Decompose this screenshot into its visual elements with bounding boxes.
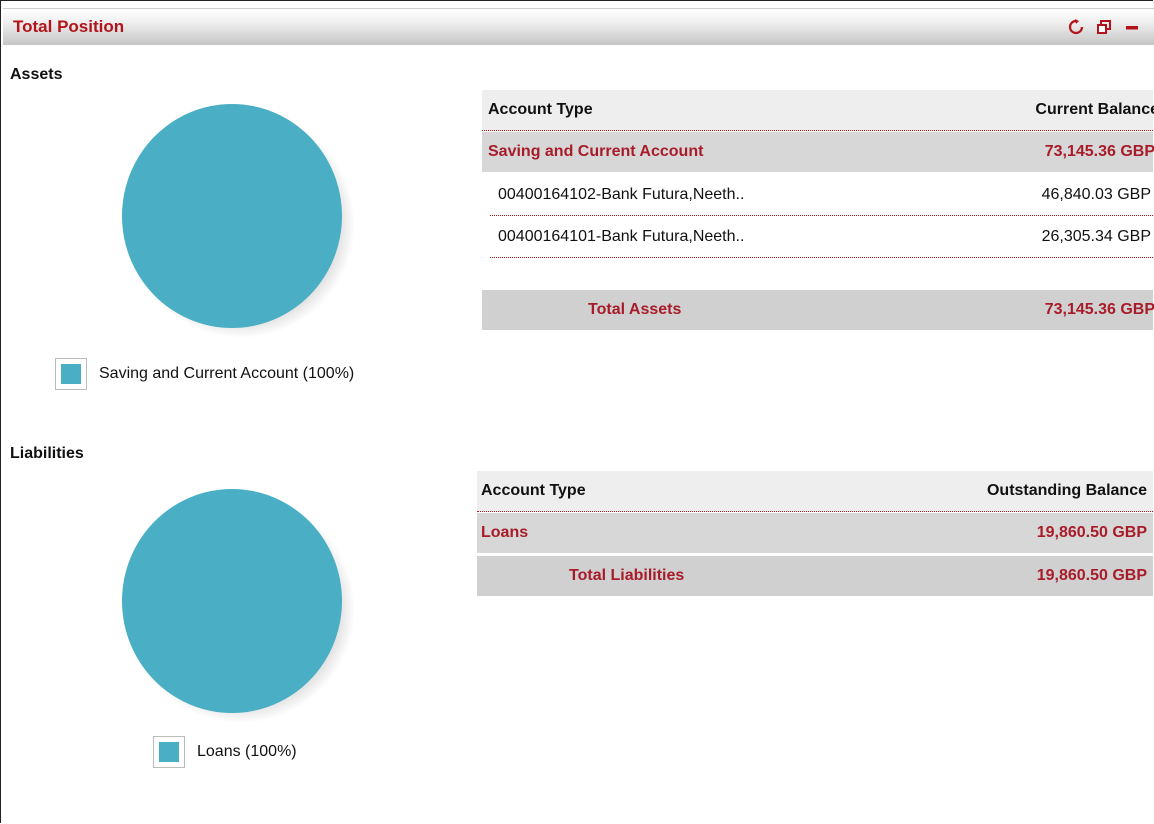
restore-window-icon[interactable] xyxy=(1095,18,1113,36)
assets-pie-chart xyxy=(122,104,355,338)
account-row[interactable]: 00400164102-Bank Futura,Neeth.. 46,840.0… xyxy=(482,176,1153,216)
liabilities-heading: Liabilities xyxy=(10,445,84,462)
liabilities-pie-chart xyxy=(122,489,355,723)
table-header: Account Type Current Balance xyxy=(482,90,1154,131)
account-link[interactable]: 00400164101-Bank Futura,Neeth.. xyxy=(498,228,744,246)
legend-swatch xyxy=(159,742,179,762)
table-header: Account Type Outstanding Balance xyxy=(477,471,1153,512)
assets-table: Account Type Current Balance Saving and … xyxy=(482,90,1154,330)
col-current-balance: Current Balance xyxy=(1035,101,1154,118)
assets-legend-label: Saving and Current Account (100%) xyxy=(99,365,355,382)
col-outstanding-balance: Outstanding Balance xyxy=(986,482,1147,499)
category-row-saving[interactable]: Saving and Current Account 73,145.36 GBP xyxy=(482,132,1154,172)
panel-controls xyxy=(1067,17,1141,37)
col-account-type: Account Type xyxy=(481,482,586,499)
liabilities-table: Account Type Outstanding Balance Loans 1… xyxy=(477,471,1153,599)
minimize-icon[interactable] xyxy=(1123,18,1141,36)
panel-titlebar: Total Position xyxy=(3,8,1154,45)
total-liabilities-row: Total Liabilities 19,860.50 GBP xyxy=(477,556,1153,596)
total-assets-row: Total Assets 73,145.36 GBP xyxy=(482,290,1154,330)
assets-legend: Saving and Current Account (100%) xyxy=(55,358,354,390)
liabilities-legend-label: Loans (100%) xyxy=(197,743,297,760)
total-position-panel: Total Position Assets Saving and Current… xyxy=(0,0,1154,823)
pie-slice-saving-and-current xyxy=(122,104,342,328)
account-row[interactable]: 00400164101-Bank Futura,Neeth.. 26,305.3… xyxy=(482,218,1153,258)
account-link[interactable]: 00400164102-Bank Futura,Neeth.. xyxy=(498,186,744,204)
category-row-loans[interactable]: Loans 19,860.50 GBP xyxy=(477,513,1153,553)
refresh-icon[interactable] xyxy=(1067,18,1085,36)
col-account-type: Account Type xyxy=(488,101,593,118)
assets-heading: Assets xyxy=(10,66,63,83)
liabilities-legend: Loans (100%) xyxy=(153,736,297,768)
panel-title: Total Position xyxy=(13,17,125,36)
pie-slice-loans xyxy=(122,489,342,713)
legend-swatch xyxy=(61,364,81,384)
